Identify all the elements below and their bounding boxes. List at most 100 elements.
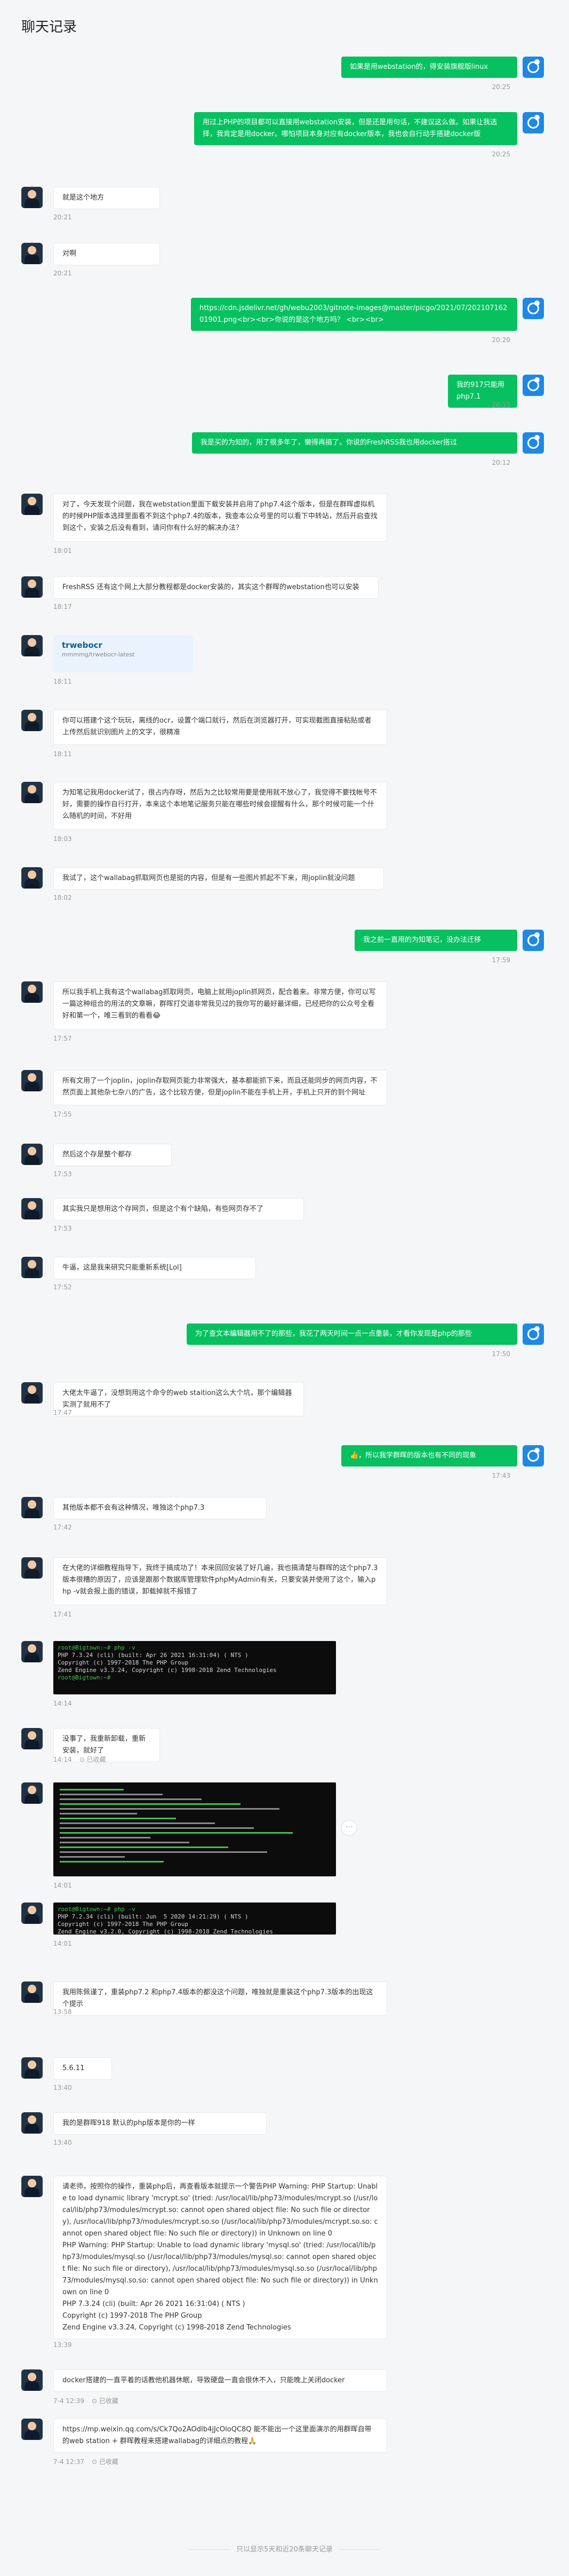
message-time: 14:01 [53, 1940, 72, 1947]
avatar[interactable] [21, 2112, 43, 2134]
message-bubble[interactable]: 对了，今天发现个问题，我在webstation里面下载安装并启用了php7.4这… [53, 494, 387, 542]
avatar[interactable] [21, 1257, 43, 1278]
avatar[interactable] [21, 2369, 43, 2391]
message-bubble[interactable]: 👍，所以我学群晖的版本也有不同的现象 [341, 1445, 517, 1467]
time-text: 20:21 [53, 270, 72, 277]
terminal-line: Copyright (c) 1997-2018 The PHP Group [58, 1921, 189, 1928]
divider [338, 2549, 381, 2550]
time-text: 13:40 [53, 2084, 72, 2091]
favorite-label[interactable]: ⊙ 已收藏 [79, 1756, 106, 1763]
message-bubble[interactable]: 如果是用webstation的，得安装旗舰版linux [341, 57, 517, 78]
message-bubble[interactable]: 请老师，按照你的操作，重装php后，再查看版本就提示一个警告PHP Warnin… [53, 2176, 387, 2339]
avatar[interactable] [21, 1557, 43, 1579]
avatar[interactable] [21, 2057, 43, 2079]
message-bubble[interactable]: 为了查文本编辑器用不了的那些，我花了两天时间一点一点重装，才看你发现是php的那… [187, 1323, 517, 1345]
terminal-screenshot[interactable]: root@Bigtown:~# php -v PHP 7.3.24 (cli) (… [53, 1641, 336, 1694]
time-text: 17:47 [53, 1409, 72, 1416]
message-bubble[interactable]: 然后这个存是整个都存 [53, 1144, 172, 1166]
message-time: 17:42 [53, 1524, 72, 1531]
message-time: 17:57 [53, 1035, 72, 1042]
avatar[interactable] [523, 1323, 544, 1345]
message-time: 13:40 [53, 2084, 72, 2091]
time-text: 17:43 [492, 1472, 510, 1479]
message-time: 18:03 [53, 835, 72, 843]
message-time: 14:14 ⊙ 已收藏 [53, 1755, 106, 1764]
message-bubble[interactable]: 其实我只是想用这个存网页，但是这个有个缺陷，有些网页存不了 [53, 1198, 304, 1220]
message-bubble[interactable]: 用过上PHP的项目都可以直接用webstation安装，但是还是用句话，不建议这… [194, 112, 517, 145]
avatar[interactable] [523, 432, 544, 454]
message-bubble[interactable]: 你可以搭建个这个玩玩，离线的ocr，设置个端口就行，然后在浏览器打开，可实现截图… [53, 710, 387, 745]
avatar[interactable] [21, 1782, 43, 1804]
avatar[interactable] [21, 782, 43, 803]
avatar[interactable] [21, 494, 43, 515]
avatar[interactable] [21, 1198, 43, 1219]
page-title: 聊天记录 [21, 19, 77, 35]
time-text: 17:53 [53, 1225, 72, 1232]
avatar[interactable] [21, 2419, 43, 2440]
avatar[interactable] [21, 1981, 43, 2003]
message-bubble[interactable]: 5.6.11 [53, 2057, 112, 2080]
message-time: 20:12 [492, 459, 510, 466]
avatar[interactable] [21, 1070, 43, 1091]
message-time: 13:58 [53, 2008, 72, 2016]
avatar[interactable] [21, 1497, 43, 1518]
time-text: 18:01 [53, 547, 72, 554]
avatar[interactable] [21, 187, 43, 208]
message-bubble[interactable]: https://cdn.jsdelivr.net/gh/webu2003/git… [191, 298, 517, 331]
avatar[interactable] [523, 298, 544, 319]
terminal-screenshot[interactable]: root@Bigtown:~# php -v PHP 7.2.34 (cli) (… [53, 1903, 336, 1935]
message-bubble[interactable]: 其他版本都不会有这种情况，唯独这个php7.3 [53, 1497, 267, 1519]
avatar[interactable] [21, 2176, 43, 2197]
time-text: 13:58 [53, 2008, 72, 2016]
message-bubble[interactable]: 为知笔记我用docker试了，很占内存呀，然后为之比较常用要是使用就不放心了，我… [53, 782, 387, 830]
message-bubble[interactable]: 我是买的为知的，用了很多年了，懒得再搞了。你说的FreshRSS我也用docke… [192, 432, 517, 454]
message-time: 14:01 [53, 1882, 72, 1889]
avatar[interactable] [21, 1641, 43, 1662]
avatar[interactable] [523, 112, 544, 133]
favorite-label[interactable]: ⊙ 已收藏 [92, 2397, 118, 2405]
message-time: 17:47 [53, 1409, 72, 1416]
avatar[interactable] [21, 635, 43, 656]
time-text: 18:11 [53, 750, 72, 758]
more-icon[interactable]: ··· [341, 1820, 357, 1836]
avatar[interactable] [21, 1728, 43, 1749]
avatar[interactable] [21, 576, 43, 598]
avatar[interactable] [21, 1382, 43, 1404]
message-bubble[interactable]: 就是这个地方 [53, 187, 160, 209]
avatar[interactable] [523, 1445, 544, 1467]
message-bubble[interactable]: 所有文用了一个joplin，joplin存取网页能力非常强大，基本都能抓下来，而… [53, 1070, 387, 1105]
message-bubble[interactable]: FreshRSS 还有这个网上大部分教程都是docker安装的，其实这个群晖的w… [53, 576, 379, 599]
message-bubble[interactable]: 我之前一直用的为知笔记，没办法迁移 [355, 930, 517, 951]
message-bubble[interactable]: docker搭建的一直平着的话教他机器休眠，导致硬盘一直会很休不入，只能晚上关闭… [53, 2369, 387, 2392]
message-time: 18:01 [53, 547, 72, 554]
favorite-label[interactable]: ⊙ 已收藏 [92, 2458, 118, 2466]
terminal-screenshot[interactable] [53, 1782, 336, 1876]
message-bubble[interactable]: 在大佬的详细教程指导下，我终于搞成功了！本来回回安装了好几遍，我也搞清楚与群晖的… [53, 1557, 387, 1605]
message-bubble[interactable]: 我的是群晖918 默认的php版本是你的一样 [53, 2112, 267, 2135]
message-time: 20:25 [492, 83, 510, 91]
message-time: 17:59 [492, 956, 510, 964]
time-text: 18:17 [53, 603, 72, 611]
avatar[interactable] [21, 1903, 43, 1924]
message-bubble[interactable]: 大佬太牛逼了，没想到用这个命令的web staition这么大个坑，那个编辑器实… [53, 1382, 304, 1416]
message-bubble[interactable]: 我试了，这个wallabag抓取网页也是挺的内容，但是有一些图片抓起不下来，用j… [53, 867, 384, 890]
message-bubble[interactable]: 所以我手机上我有这个wallabag抓取网页，电脑上就用joplin抓网页，配合… [53, 981, 387, 1029]
avatar[interactable] [523, 57, 544, 78]
avatar[interactable] [21, 981, 43, 1003]
app-card[interactable]: trwebocr mmmmg/trwebocr-latest [53, 635, 193, 672]
message-bubble[interactable]: https://mp.weixin.qq.com/s/Ck7Qo2AOdIb4j… [53, 2419, 387, 2453]
avatar[interactable] [523, 930, 544, 951]
message-time: 20:21 [53, 213, 72, 221]
avatar[interactable] [21, 867, 43, 889]
time-text: 17:50 [492, 1350, 510, 1358]
time-text: 20:20 [492, 336, 510, 344]
avatar[interactable] [21, 710, 43, 731]
avatar[interactable] [523, 375, 544, 396]
avatar[interactable] [21, 1144, 43, 1165]
message-bubble[interactable]: 牛逼，这是我来研究只能重新系统[Lol] [53, 1257, 256, 1279]
avatar[interactable] [21, 243, 43, 264]
message-time: 18:11 [53, 750, 72, 758]
message-time: 20:21 [53, 270, 72, 277]
message-bubble[interactable]: 对啊 [53, 243, 160, 265]
message-bubble[interactable]: 我用陈佩谨了，重装php7.2 和php7.4版本的都没这个问题，唯独就是重装这… [53, 1981, 387, 2016]
